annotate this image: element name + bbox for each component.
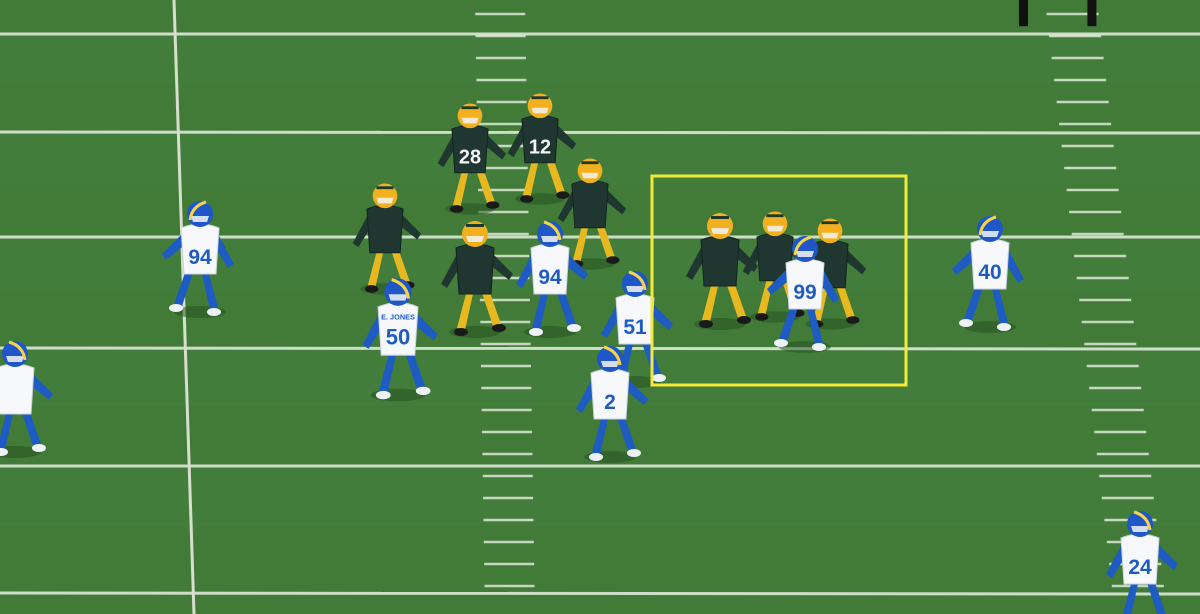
cleat — [169, 304, 183, 312]
jersey-number: 28 — [459, 146, 481, 168]
helmet-stripe — [711, 216, 729, 219]
jersey-number: 94 — [538, 266, 562, 289]
cleat — [556, 191, 570, 199]
cleat — [737, 316, 751, 324]
cleat — [606, 256, 620, 264]
facemask — [766, 225, 784, 232]
yard-line — [0, 346, 1200, 351]
facemask — [601, 361, 619, 367]
cleat — [375, 390, 391, 400]
cleat — [486, 201, 500, 209]
cleat — [652, 374, 666, 382]
cleat — [454, 328, 468, 336]
cleat — [567, 324, 581, 332]
cleat — [812, 343, 826, 351]
facemask — [581, 172, 599, 179]
jersey-number: 24 — [1128, 556, 1152, 579]
jersey — [366, 204, 404, 254]
facemask — [821, 232, 839, 239]
cleat — [32, 444, 46, 452]
cleat — [774, 339, 788, 347]
cleat — [450, 205, 464, 213]
cleat — [755, 313, 769, 321]
yard-line — [0, 130, 1200, 135]
facemask — [466, 236, 484, 242]
facemask — [796, 251, 814, 257]
cleat — [520, 195, 534, 203]
jersey-number: 12 — [529, 136, 551, 158]
facemask — [6, 356, 24, 362]
official-leg — [1019, 0, 1028, 27]
helmet-stripe — [461, 106, 479, 110]
facemask — [626, 286, 644, 292]
jersey — [455, 243, 495, 295]
cleat — [415, 386, 431, 396]
yard-line — [0, 591, 1200, 596]
cleat — [627, 449, 641, 457]
facemask — [376, 197, 394, 204]
facemask — [541, 236, 559, 242]
facemask — [461, 117, 479, 124]
jersey-number: 50 — [386, 325, 411, 350]
facemask — [531, 107, 549, 114]
jersey-number: 51 — [623, 316, 647, 339]
facemask — [191, 216, 209, 222]
helmet-stripe — [376, 186, 394, 190]
helmet-stripe — [766, 214, 784, 218]
cleat — [699, 320, 713, 328]
facemask — [388, 294, 408, 301]
jersey-number: 99 — [793, 281, 816, 304]
cleat — [365, 285, 379, 293]
facemask — [981, 231, 999, 237]
facemask — [711, 228, 729, 234]
facemask — [1131, 526, 1149, 532]
jersey-number: 94 — [188, 246, 212, 269]
cleat — [846, 316, 860, 324]
jersey — [0, 363, 35, 415]
jersey — [571, 179, 609, 229]
football-field-scene: 94 28 12 94 E. JONES 50 51 2 99 40 24 — [0, 0, 1200, 614]
helmet-stripe — [531, 96, 549, 100]
jersey-number: 2 — [604, 391, 616, 414]
helmet-stripe — [581, 161, 599, 165]
cleat — [997, 323, 1011, 331]
nameplate: E. JONES — [381, 313, 415, 322]
cleat — [529, 328, 543, 336]
cleat — [959, 319, 973, 327]
cleat — [589, 453, 603, 461]
official-leg — [1087, 0, 1097, 27]
helmet-stripe — [466, 224, 484, 227]
helmet-stripe — [821, 221, 839, 225]
cleat — [207, 308, 221, 316]
jersey-number: 40 — [978, 261, 1001, 284]
jersey — [700, 235, 740, 287]
cleat — [492, 324, 506, 332]
